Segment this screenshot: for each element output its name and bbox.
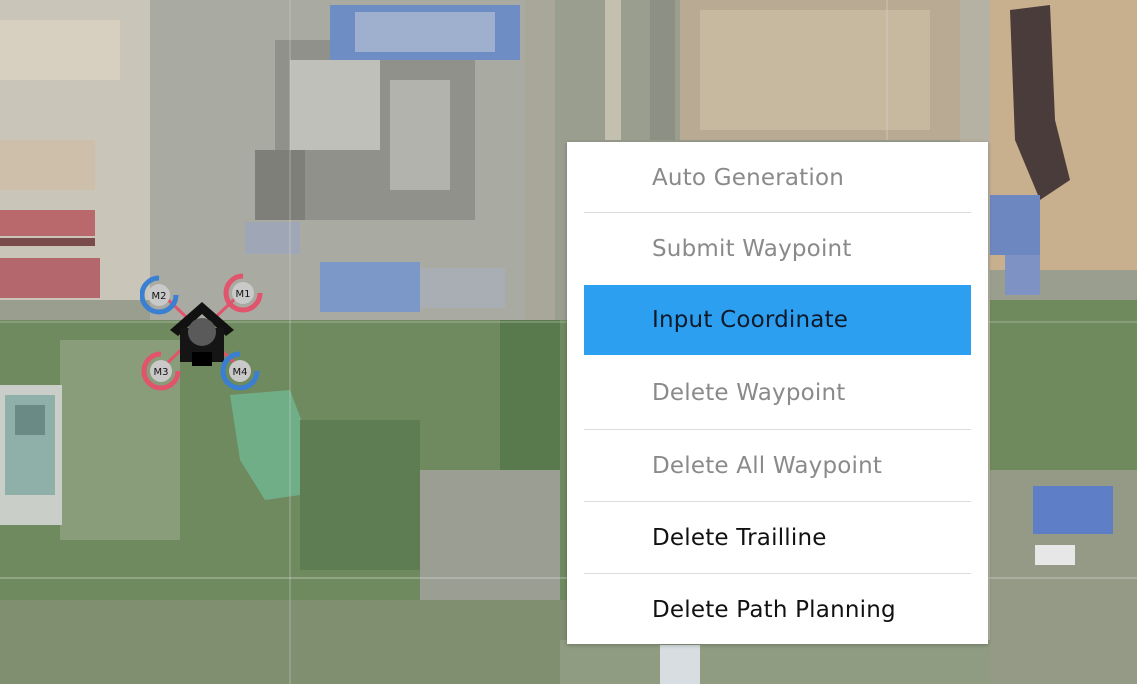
- menu-item-label: Delete All Waypoint: [652, 453, 883, 479]
- menu-item-delete-trailline[interactable]: Delete Trailline: [584, 503, 971, 573]
- svg-text:M4: M4: [233, 367, 248, 378]
- svg-text:M2: M2: [152, 291, 167, 302]
- marker-m4[interactable]: M4: [220, 351, 260, 391]
- marker-m3[interactable]: M3: [141, 351, 181, 391]
- menu-item-delete-all-waypoint[interactable]: Delete All Waypoint: [584, 431, 971, 501]
- menu-item-delete-waypoint[interactable]: Delete Waypoint: [584, 358, 971, 428]
- menu-item-input-coordinate[interactable]: Input Coordinate: [584, 285, 971, 355]
- menu-item-submit-waypoint[interactable]: Submit Waypoint: [584, 214, 971, 284]
- svg-text:M1: M1: [236, 289, 251, 300]
- menu-item-auto-generation[interactable]: Auto Generation: [584, 143, 971, 213]
- menu-item-label: Submit Waypoint: [652, 236, 852, 262]
- menu-divider: [584, 501, 971, 502]
- menu-item-label: Auto Generation: [652, 165, 845, 191]
- menu-item-label: Input Coordinate: [652, 307, 849, 333]
- menu-item-label: Delete Waypoint: [652, 380, 846, 406]
- menu-divider: [584, 429, 971, 430]
- waypoint-markers: M2 M1 M3 M4: [140, 273, 263, 391]
- marker-m1[interactable]: M1: [223, 273, 263, 313]
- menu-item-label: Delete Path Planning: [652, 597, 896, 623]
- menu-divider: [584, 573, 971, 574]
- svg-text:M3: M3: [154, 367, 169, 378]
- context-menu: Auto Generation Submit Waypoint Input Co…: [567, 142, 988, 644]
- menu-item-delete-path-planning[interactable]: Delete Path Planning: [584, 575, 971, 645]
- menu-item-label: Delete Trailline: [652, 525, 827, 551]
- menu-divider: [584, 212, 971, 213]
- marker-m2[interactable]: M2: [140, 275, 179, 315]
